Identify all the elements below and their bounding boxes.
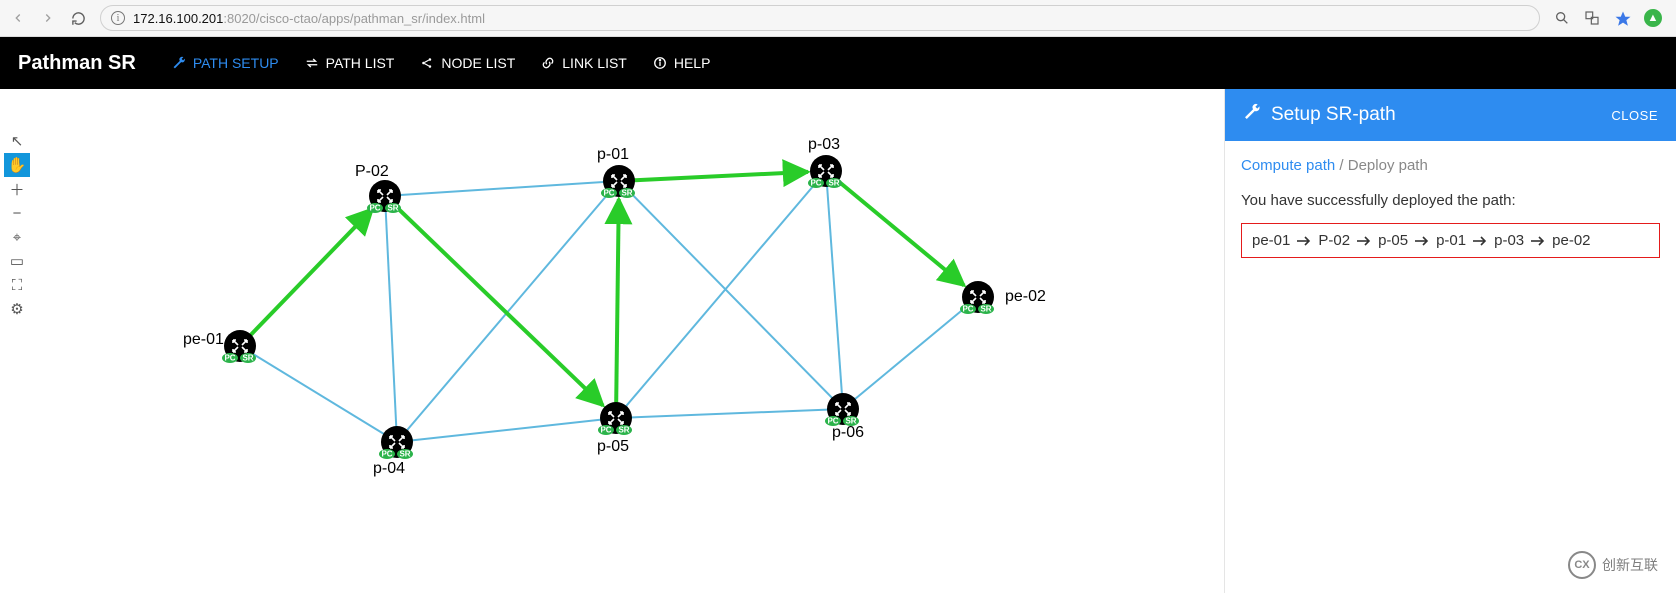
browser-toolbar: i 172.16.100.201:8020/cisco-ctao/apps/pa…	[0, 0, 1676, 37]
translate-icon[interactable]	[1584, 10, 1600, 26]
tool-pointer[interactable]: ↖	[4, 129, 30, 153]
tab-label: PATH LIST	[326, 55, 395, 71]
watermark-logo: CX	[1568, 551, 1596, 579]
path-hop: pe-01	[1252, 232, 1290, 249]
tool-fit[interactable]: ▭	[4, 249, 30, 273]
panel-title: Setup SR-path	[1271, 104, 1396, 126]
tool-hand[interactable]: ✋	[4, 153, 30, 177]
panel-header: Setup SR-path CLOSE	[1225, 89, 1676, 141]
back-button[interactable]	[10, 10, 26, 26]
node-label: P-02	[355, 163, 389, 180]
address-bar[interactable]: i 172.16.100.201:8020/cisco-ctao/apps/pa…	[100, 5, 1540, 31]
tab-label: NODE LIST	[441, 55, 515, 71]
tab-path-setup[interactable]: PATH SETUP	[172, 55, 279, 71]
path-hop: p-03	[1494, 232, 1524, 249]
node-label: pe-01	[183, 331, 224, 348]
tab-path-list[interactable]: PATH LIST	[305, 55, 395, 71]
node-label: p-04	[373, 460, 405, 477]
node-label: p-06	[832, 424, 864, 441]
node-P-02[interactable]	[367, 180, 401, 213]
tool-zoom-out[interactable]: −	[4, 201, 30, 225]
app-title: Pathman SR	[18, 52, 136, 75]
wrench-icon	[1243, 103, 1261, 127]
tab-node-list[interactable]: NODE LIST	[420, 55, 515, 71]
swap-icon	[305, 56, 319, 70]
extension-icon[interactable]: ▲	[1644, 9, 1662, 27]
breadcrumb-compute[interactable]: Compute path	[1241, 157, 1335, 174]
panel-close-button[interactable]: CLOSE	[1611, 108, 1658, 123]
arrow-icon	[1472, 236, 1488, 246]
info-icon	[653, 56, 667, 70]
tool-settings[interactable]: ⚙	[4, 297, 30, 321]
bookmark-star-icon[interactable]	[1614, 10, 1630, 26]
node-label: p-05	[597, 438, 629, 455]
tool-zoom-in[interactable]: ＋	[4, 177, 30, 201]
deployed-path-box: pe-01 P-02 p-05 p-01 p-03 pe-02	[1241, 223, 1660, 258]
path-hop: pe-02	[1552, 232, 1590, 249]
watermark: CX 创新互联	[1568, 551, 1658, 579]
site-info-icon[interactable]: i	[111, 11, 125, 25]
node-p-03[interactable]	[808, 155, 842, 188]
path-hop: p-01	[1436, 232, 1466, 249]
wrench-icon	[172, 56, 186, 70]
node-label: pe-02	[1005, 288, 1046, 305]
deploy-success-message: You have successfully deployed the path:	[1241, 192, 1660, 209]
share-icon	[420, 56, 434, 70]
zoom-icon[interactable]	[1554, 10, 1570, 26]
canvas-toolbar: ↖ ✋ ＋ − ⌖ ▭ ⛶ ⚙	[4, 129, 34, 321]
node-p-01[interactable]	[601, 165, 635, 198]
url-host: 172.16.100.201:8020/cisco-ctao/apps/path…	[133, 11, 485, 26]
node-p-04[interactable]	[379, 426, 413, 459]
breadcrumb-deploy: Deploy path	[1348, 157, 1428, 174]
node-pe-01[interactable]	[222, 330, 256, 363]
arrow-icon	[1530, 236, 1546, 246]
panel-breadcrumb: Compute path / Deploy path	[1241, 157, 1660, 174]
node-p-05[interactable]	[598, 402, 632, 435]
arrow-icon	[1296, 236, 1312, 246]
topology-svg: PC SR pe-01P-02p-04p-01p-05p-03p-06pe-02	[0, 89, 1224, 593]
path-hop: p-05	[1378, 232, 1408, 249]
path-hop: P-02	[1318, 232, 1350, 249]
reload-button[interactable]	[70, 10, 86, 26]
topology-canvas[interactable]: ↖ ✋ ＋ − ⌖ ▭ ⛶ ⚙	[0, 89, 1224, 593]
tab-link-list[interactable]: LINK LIST	[541, 55, 627, 71]
node-label: p-03	[808, 136, 840, 153]
watermark-text: 创新互联	[1602, 555, 1658, 575]
node-label: p-01	[597, 146, 629, 163]
tool-fullscreen[interactable]: ⛶	[4, 273, 30, 297]
node-p-06[interactable]	[825, 393, 859, 426]
arrow-icon	[1414, 236, 1430, 246]
forward-button[interactable]	[40, 10, 56, 26]
app-navbar: Pathman SR PATH SETUP PATH LIST NODE LIS…	[0, 37, 1676, 89]
tab-label: HELP	[674, 55, 711, 71]
tab-label: PATH SETUP	[193, 55, 279, 71]
tool-zoom[interactable]: ⌖	[4, 225, 30, 249]
link-icon	[541, 56, 555, 70]
arrow-icon	[1356, 236, 1372, 246]
side-panel: Setup SR-path CLOSE Compute path / Deplo…	[1224, 89, 1676, 593]
tab-help[interactable]: HELP	[653, 55, 711, 71]
tab-label: LINK LIST	[562, 55, 627, 71]
node-pe-02[interactable]	[960, 281, 994, 314]
